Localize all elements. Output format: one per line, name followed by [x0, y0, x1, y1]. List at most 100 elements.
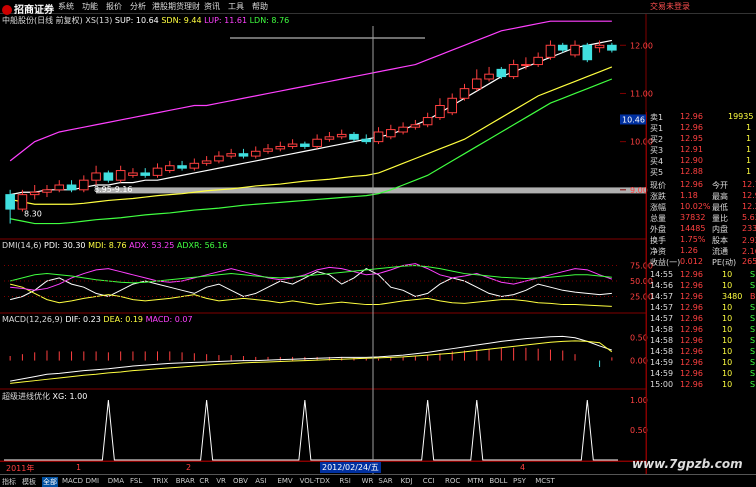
- indicator-tab-20[interactable]: ROC: [445, 477, 460, 485]
- tick-time: 14:58: [650, 336, 674, 345]
- tick-price: 12.96: [680, 303, 703, 312]
- candle-body: [152, 167, 163, 176]
- candle-body: [545, 44, 556, 58]
- ma-label: XS(13): [85, 16, 113, 25]
- candle-body: [484, 73, 494, 80]
- tick-row: 14:59 12.96 10 S: [650, 369, 756, 380]
- bid-volume: 1: [746, 134, 752, 143]
- candle-body: [386, 129, 396, 138]
- indicator-tab-11[interactable]: OBV: [233, 477, 248, 485]
- indicator-tab-15[interactable]: RSI: [339, 477, 350, 485]
- indicator-tab-23[interactable]: PSY: [513, 477, 526, 485]
- candle-body: [226, 153, 236, 157]
- bid-row: 买1 12.96 1: [650, 123, 756, 134]
- bid-price: 12.88: [680, 167, 703, 176]
- tick-row: 14:58 12.96 10 S: [650, 325, 756, 336]
- cursor-price-label: 10.46: [622, 115, 645, 124]
- tick-volume: 10: [722, 369, 733, 378]
- tick-price: 12.96: [680, 314, 703, 323]
- tick-time: 14:57: [650, 292, 674, 301]
- indicator-tab-7[interactable]: TRIX: [152, 477, 168, 485]
- indicator-tab-10[interactable]: VR: [216, 477, 226, 485]
- tick-volume: 10: [722, 303, 733, 312]
- stat-label: 涨跌: [650, 192, 666, 201]
- stat-value: 12.78: [742, 180, 756, 189]
- indicator-tab-21[interactable]: MTM: [467, 477, 483, 485]
- macd-title: MACD(12,26,9): [2, 315, 63, 324]
- indicator-tab-0[interactable]: 指标: [2, 477, 16, 487]
- cursor-date: 2012/02/24/五: [320, 462, 381, 473]
- candle-body: [422, 117, 433, 126]
- low-annotation: 8.30: [24, 209, 42, 218]
- tick-side: S: [750, 358, 756, 367]
- stat-label: 外盘: [650, 225, 666, 234]
- ask-volume: 19935: [728, 112, 754, 121]
- candle-body: [287, 143, 298, 147]
- candle-body: [17, 194, 28, 210]
- date-month-4: 4: [520, 463, 526, 472]
- candle-body: [66, 184, 77, 191]
- indicator-tab-18[interactable]: KDJ: [401, 477, 413, 485]
- indicator-tab-3[interactable]: MACD: [62, 477, 83, 485]
- date-axis: 2011年 1 2 2012/02/24/五 4: [0, 461, 645, 474]
- bid-label: 买1: [650, 124, 664, 133]
- stat-row: 外盘 14485 内盘 23347: [650, 224, 756, 235]
- stat-label: 量比: [712, 214, 728, 223]
- bid-label: 买5: [650, 168, 664, 177]
- candle-body: [349, 133, 359, 140]
- indicator-tab-6[interactable]: FSL: [130, 477, 142, 485]
- candle-body: [410, 124, 421, 128]
- candle-body: [324, 136, 335, 140]
- indicator-tab-12[interactable]: ASI: [255, 477, 266, 485]
- stat-row: 换手 1.75% 股本 2.92亿: [650, 235, 756, 246]
- stat-label: 收益(一): [650, 258, 681, 267]
- indicator-tab-13[interactable]: EMV: [277, 477, 292, 485]
- indicator-tab-24[interactable]: MCST: [535, 477, 555, 485]
- indicator-tab-16[interactable]: WR: [362, 477, 374, 485]
- indicator-tab-14[interactable]: VOL-TDX: [300, 477, 330, 485]
- candle-body: [250, 150, 261, 157]
- xg-value: XG: 1.00: [52, 392, 88, 401]
- indicator-tab-9[interactable]: CR: [199, 477, 209, 485]
- stat-value: 265.1: [742, 257, 756, 266]
- stat-value: 10.02%: [680, 202, 711, 211]
- sdn-value: SDN: 9.44: [161, 16, 202, 25]
- tick-time: 14:57: [650, 303, 674, 312]
- bid-row: 买5 12.88 1: [650, 167, 756, 178]
- candle-body: [594, 44, 605, 49]
- indicator-tab-5[interactable]: DMA: [108, 477, 124, 485]
- adxr-value: ADXR: 56.16: [176, 241, 228, 250]
- bid-price: 12.90: [680, 156, 703, 165]
- indicator-tab-4[interactable]: DMI: [86, 477, 100, 485]
- price-title: 中船股份(日线 前复权): [2, 16, 83, 25]
- indicator-tab-17[interactable]: SAR: [378, 477, 392, 485]
- candle-body: [238, 153, 249, 157]
- indicator-tab-8[interactable]: BRAR: [176, 477, 195, 485]
- tick-row: 14:55 12.96 10 S: [650, 270, 756, 281]
- range-annotation: 8.95-9.16: [94, 185, 133, 194]
- tick-side: S: [750, 380, 756, 389]
- tick-volume: 10: [722, 270, 733, 279]
- indicator-tab-1[interactable]: 模板: [22, 477, 36, 487]
- watermark: www.7gpzb.com: [632, 457, 743, 471]
- indicator-tab-2[interactable]: 全部: [42, 477, 58, 487]
- stat-label: 现价: [650, 181, 666, 190]
- tick-time: 14:56: [650, 281, 674, 290]
- candle-body: [177, 165, 187, 169]
- stat-value: 0.012: [680, 257, 703, 266]
- tick-volume: 10: [722, 358, 733, 367]
- tick-row: 14:59 12.96 10 S: [650, 358, 756, 369]
- indicator-tab-19[interactable]: CCI: [423, 477, 435, 485]
- tick-time: 14:59: [650, 369, 674, 378]
- band-lup: [9, 20, 612, 162]
- bid-label: 买4: [650, 157, 664, 166]
- indicator-tab-22[interactable]: BOLL: [489, 477, 507, 485]
- candle-body: [557, 44, 568, 51]
- candle-body: [214, 155, 224, 162]
- bid-row: 买2 12.95 1: [650, 134, 756, 145]
- candle-body: [582, 44, 593, 61]
- mdi-value: MDI: 8.76: [88, 241, 127, 250]
- candle-body: [570, 44, 580, 56]
- stat-label: 今开: [712, 181, 728, 190]
- bid-label: 买2: [650, 135, 664, 144]
